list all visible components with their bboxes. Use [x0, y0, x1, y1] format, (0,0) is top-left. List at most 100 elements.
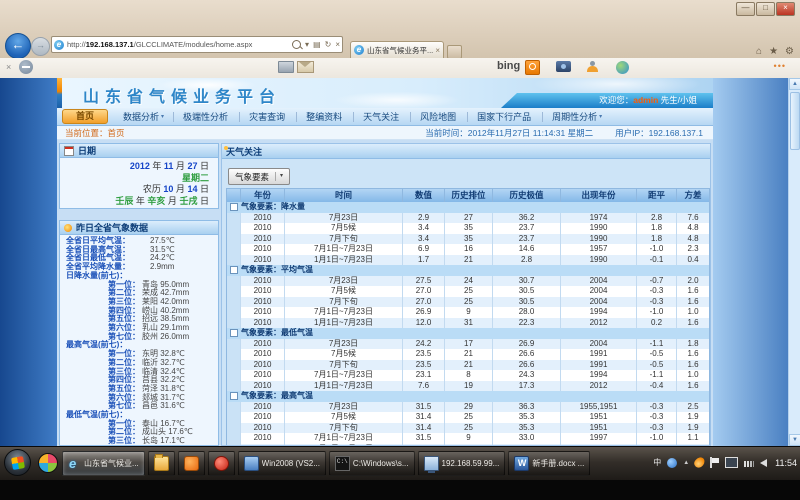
col-variance[interactable]: 方差 [677, 189, 709, 202]
nav-item[interactable]: 数据分析▾ [114, 112, 173, 122]
start-button[interactable] [4, 449, 31, 476]
col-value[interactable]: 数值 [403, 189, 445, 202]
monitor-icon[interactable] [725, 457, 738, 468]
table-row[interactable]: 20107月下旬31.42535.31951-0.31.9 [227, 423, 709, 434]
table-row[interactable]: 20107月23日2.92736.219742.87.6 [227, 213, 709, 224]
forward-button[interactable]: → [31, 37, 50, 56]
table-row[interactable]: 20107月下旬27.02530.52004-0.31.6 [227, 297, 709, 308]
col-anomaly[interactable]: 距平 [637, 189, 677, 202]
ime-indicator[interactable]: 中 [653, 457, 661, 468]
browser-tab[interactable]: e 山东省气候业务平... × [350, 41, 444, 58]
minimize-button[interactable]: — [736, 2, 755, 16]
more-options-icon[interactable]: ••• [774, 61, 786, 71]
taskbar-button[interactable] [148, 451, 175, 476]
table-row[interactable]: 20107月23日24.21726.92004-1.11.8 [227, 339, 709, 350]
favorites-star-icon[interactable]: ★ [769, 46, 778, 57]
table-row[interactable]: 20107月23日31.52936.31955,1951-0.32.5 [227, 402, 709, 413]
group-header-row: 气象要素：平均气温 [227, 265, 709, 276]
table-row[interactable]: 20107月5候31.42535.31951-0.31.9 [227, 412, 709, 423]
nav-item[interactable]: 极端性分析 [173, 112, 239, 122]
globe-icon[interactable] [616, 61, 629, 74]
table-cell: 22.3 [493, 318, 561, 329]
table-row[interactable]: 20101月1日~7月23日1.7212.81990-0.10.4 [227, 255, 709, 266]
page-scrollbar[interactable]: ▲ ▼ [788, 78, 800, 446]
thunder-icon[interactable] [693, 455, 707, 469]
taskbar-button[interactable]: 山东省气候业... [62, 451, 145, 476]
taskbar-button[interactable]: 新手册.docx ... [508, 451, 590, 476]
table-row[interactable]: 20107月1日~7月23日6.91614.61957-1.02.3 [227, 244, 709, 255]
nav-item[interactable]: 灾害查询 [239, 112, 296, 122]
home-icon[interactable]: ⌂ [756, 46, 762, 57]
back-button[interactable]: ← [5, 33, 31, 59]
col-time[interactable]: 时间 [285, 189, 403, 202]
pinned-app-icon[interactable] [38, 453, 58, 473]
table-row[interactable]: 20107月1日~7月23日23.1824.31994-1.11.0 [227, 370, 709, 381]
mail-icon[interactable] [297, 61, 314, 73]
bing-search-button[interactable] [525, 60, 540, 75]
network-icon[interactable] [744, 458, 754, 467]
camera-icon[interactable] [556, 61, 571, 72]
toolbar-close-icon[interactable]: × [6, 62, 11, 72]
nav-item[interactable]: 周期性分析▾ [542, 112, 611, 122]
group-checkbox[interactable] [230, 392, 238, 400]
col-extreme[interactable]: 历史极值 [493, 189, 561, 202]
table-cell: 25 [445, 412, 493, 423]
close-button[interactable]: × [776, 2, 795, 16]
nav-item[interactable]: 国家下行产品 [467, 112, 542, 122]
table-cell: 1.0 [677, 370, 709, 381]
scrollbar-thumb[interactable] [790, 92, 800, 150]
table-group: 气象要素：降水量 20107月23日2.92736.219742.87.6 [227, 202, 709, 265]
col-year[interactable]: 年份 [241, 189, 285, 202]
group-checkbox[interactable] [230, 203, 238, 211]
table-row[interactable]: 20107月5候3.43523.719901.84.8 [227, 223, 709, 234]
col-record-year[interactable]: 出现年份 [561, 189, 637, 202]
taskbar-button[interactable]: Win2008 (VS2... [238, 451, 326, 476]
new-tab-button[interactable] [447, 45, 462, 59]
blocked-icon[interactable] [19, 60, 33, 74]
search-icon[interactable] [292, 40, 301, 49]
maximize-button[interactable]: □ [756, 2, 775, 16]
volume-icon[interactable] [760, 459, 767, 467]
table-row[interactable]: 20107月下旬23.52126.61991-0.51.6 [227, 360, 709, 371]
address-bar[interactable]: e http://192.168.137.1/GLCCLIMATE/module… [51, 36, 343, 53]
group-checkbox[interactable] [230, 266, 238, 274]
group-checkbox[interactable] [230, 329, 238, 337]
person-icon[interactable] [586, 61, 599, 73]
stop-icon[interactable]: × [335, 40, 340, 49]
card-icon[interactable] [278, 61, 294, 73]
table-row[interactable]: 20107月1日~7月23日31.5933.01997-1.01.1 [227, 433, 709, 444]
taskbar-button[interactable] [208, 451, 235, 476]
table-cell: 1月1日~7月23日 [285, 255, 403, 266]
hidden-icons-chevron[interactable]: ▲ [683, 460, 689, 466]
taskbar-button[interactable]: 192.168.59.99... [418, 451, 506, 476]
table-row[interactable]: 20101月1日~7月23日7.61917.32012-0.41.6 [227, 381, 709, 392]
table-row[interactable]: 20107月23日27.52430.72004-0.72.0 [227, 276, 709, 287]
action-center-flag-icon[interactable] [710, 457, 719, 468]
nav-item-home[interactable]: 首页 [62, 109, 108, 124]
table-row[interactable]: 20107月5候23.52126.61991-0.51.6 [227, 349, 709, 360]
element-filter-button[interactable]: 气象要素 ▾ [228, 168, 290, 185]
tab-close-icon[interactable]: × [435, 46, 440, 55]
refresh-icon[interactable]: ↻ [325, 40, 332, 49]
search-dropdown-icon[interactable]: ▾ [305, 40, 309, 49]
table-row[interactable]: 20107月5候27.02530.52004-0.31.6 [227, 286, 709, 297]
table-row[interactable]: 20107月下旬3.43523.719901.84.8 [227, 234, 709, 245]
taskbar-clock[interactable]: 11:54 [775, 458, 797, 468]
table-cell: -0.7 [637, 276, 677, 287]
scrollbar-down-icon[interactable]: ▼ [789, 434, 800, 446]
nav-item[interactable]: 整编资料 [296, 112, 353, 122]
taskbar-button[interactable] [178, 451, 205, 476]
col-rank[interactable]: 历史排位 [445, 189, 493, 202]
scrollbar-up-icon[interactable]: ▲ [789, 78, 800, 90]
table-row[interactable]: 20107月1日~7月23日26.9928.01994-1.01.0 [227, 307, 709, 318]
table-row[interactable]: 20101月1日~7月23日12.03122.320120.21.6 [227, 318, 709, 329]
tray-app-icon[interactable] [667, 458, 677, 468]
nav-item[interactable]: 风险地图 [410, 112, 467, 122]
group-name: 气象要素：最高气温 [241, 391, 709, 402]
table-cell: 23.7 [493, 234, 561, 245]
rank-group: 最高气温(前七)： 第一位：东明 32.8℃ 第二位：临沂 32.7℃ 第三位：… [66, 341, 218, 411]
tools-gear-icon[interactable]: ⚙ [785, 46, 794, 57]
nav-item[interactable]: 天气关注 [353, 112, 410, 122]
compatibility-icon[interactable]: ▤ [313, 40, 321, 49]
taskbar-button[interactable]: C:\Windows\s... [329, 451, 415, 476]
